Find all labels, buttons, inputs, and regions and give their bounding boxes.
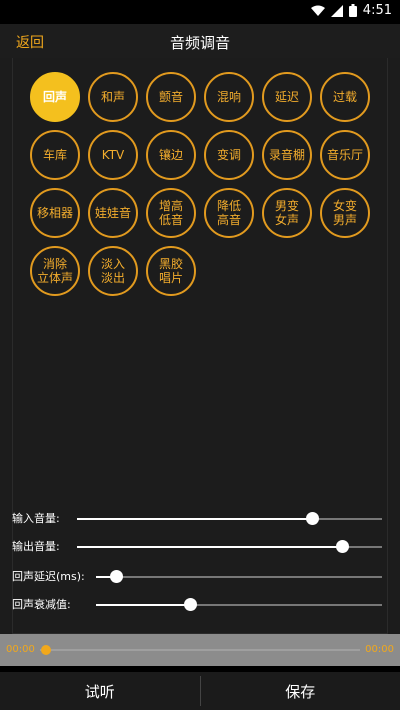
effect-label: KTV	[101, 148, 125, 162]
progress-thumb[interactable]	[41, 645, 51, 655]
current-time: 00:00	[6, 644, 35, 655]
slider-fill	[77, 546, 343, 548]
echo-delay-row: 回声延迟(ms):	[0, 566, 400, 586]
effect-button[interactable]: KTV	[88, 130, 138, 180]
slider-track	[190, 604, 382, 606]
effect-button[interactable]: 延迟	[262, 72, 312, 122]
effect-button[interactable]: 女变 男声	[320, 188, 370, 238]
effect-button[interactable]: 降低 高音	[204, 188, 254, 238]
echo-delay-label: 回声延迟(ms):	[12, 570, 85, 583]
echo-decay-label: 回声衰减值:	[12, 598, 71, 611]
echo-decay-row: 回声衰减值:	[0, 594, 400, 614]
effect-button[interactable]: 颤音	[146, 72, 196, 122]
battery-icon	[348, 4, 357, 17]
signal-icon	[330, 4, 343, 17]
status-time: 4:51	[362, 3, 392, 18]
input-volume-row: 输入音量:	[0, 508, 400, 528]
page-title: 音频调音	[169, 34, 230, 52]
effect-button[interactable]: 增高 低音	[146, 188, 196, 238]
effect-label: 过载	[332, 90, 357, 104]
effect-label: 变调	[216, 148, 241, 162]
effect-label: 降低 高音	[216, 199, 241, 227]
status-bar: 4:51	[0, 0, 400, 24]
effect-label: 延迟	[274, 90, 299, 104]
save-button[interactable]: 保存	[201, 672, 400, 710]
effect-label: 增高 低音	[158, 199, 183, 227]
effect-label: 消除 立体声	[36, 257, 73, 285]
effect-button[interactable]: 回声	[30, 72, 80, 122]
effect-button[interactable]: 淡入 淡出	[88, 246, 138, 296]
bottom-bar: 试听 保存	[0, 672, 400, 710]
effect-label: 黑胶 唱片	[158, 257, 183, 285]
effect-button[interactable]: 录音棚	[262, 130, 312, 180]
effect-button[interactable]: 移相器	[30, 188, 80, 238]
input-volume-label: 输入音量:	[12, 512, 60, 525]
effect-button[interactable]: 变调	[204, 130, 254, 180]
effect-button[interactable]: 镶边	[146, 130, 196, 180]
effect-button[interactable]: 黑胶 唱片	[146, 246, 196, 296]
slider-track	[116, 576, 382, 578]
slider-track	[311, 518, 382, 520]
effect-button[interactable]: 消除 立体声	[30, 246, 80, 296]
effect-button[interactable]: 过载	[320, 72, 370, 122]
slider-fill	[96, 604, 191, 606]
effect-label: 移相器	[36, 206, 73, 220]
app-bar: 返回 音频调音	[0, 24, 400, 58]
effect-label: 和声	[100, 90, 125, 104]
slider-thumb[interactable]	[110, 570, 124, 583]
effect-label: 镶边	[158, 148, 183, 162]
slider-thumb[interactable]	[336, 540, 350, 553]
effect-label: 淡入 淡出	[100, 257, 125, 285]
output-volume-label: 输出音量:	[12, 540, 60, 553]
effect-label: 混响	[216, 90, 241, 104]
effect-button[interactable]: 男变 女声	[262, 188, 312, 238]
effect-label: 女变 男声	[332, 199, 357, 227]
preview-button[interactable]: 试听	[0, 672, 200, 710]
effect-label: 音乐厅	[326, 148, 363, 162]
effect-button[interactable]: 音乐厅	[320, 130, 370, 180]
effect-button[interactable]: 和声	[88, 72, 138, 122]
effect-label: 颤音	[158, 90, 183, 104]
effect-button[interactable]: 混响	[204, 72, 254, 122]
effect-label: 男变 女声	[274, 199, 299, 227]
total-time: 00:00	[365, 644, 394, 655]
effect-button[interactable]: 娃娃音	[88, 188, 138, 238]
effect-label: 录音棚	[268, 148, 305, 162]
player-bar: 00:00 00:00	[0, 634, 400, 666]
effect-label: 回声	[42, 90, 67, 104]
wifi-icon	[310, 5, 325, 17]
effect-label: 娃娃音	[94, 206, 131, 220]
slider-thumb[interactable]	[184, 598, 198, 611]
output-volume-row: 输出音量:	[0, 536, 400, 556]
progress-track[interactable]	[40, 649, 360, 651]
slider-fill	[77, 518, 312, 520]
slider-thumb[interactable]	[305, 512, 319, 525]
effect-button[interactable]: 车库	[30, 130, 80, 180]
effect-label: 车库	[42, 148, 67, 162]
